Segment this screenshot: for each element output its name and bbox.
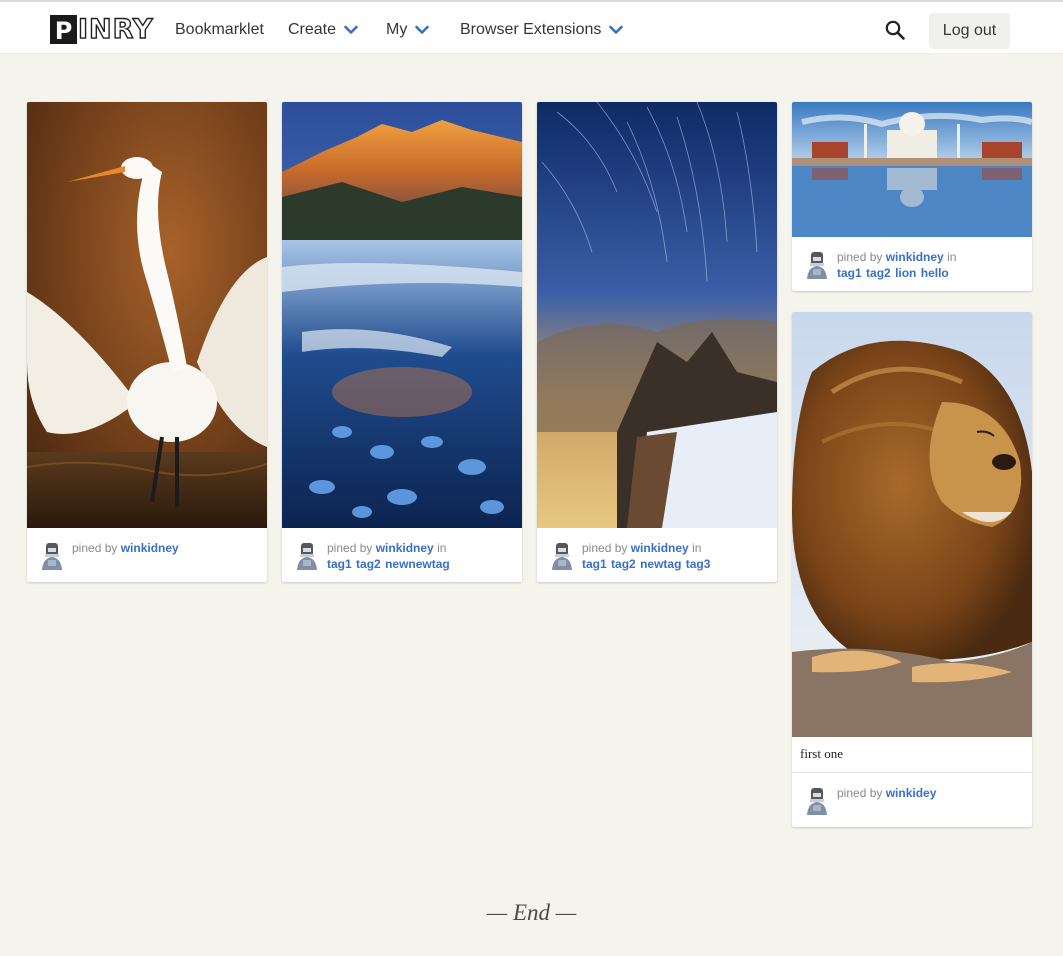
tag-link[interactable]: tag1 xyxy=(327,557,352,571)
user-avatar[interactable] xyxy=(804,249,830,279)
logo-letter-p: P xyxy=(50,14,77,45)
search-icon xyxy=(885,20,905,40)
tag-link[interactable]: tag2 xyxy=(611,557,636,571)
pin-card: first one pined by winkidey xyxy=(792,312,1032,827)
user-avatar[interactable] xyxy=(804,785,830,815)
tag-link[interactable]: lion xyxy=(895,266,916,280)
pin-description: first one xyxy=(792,737,1032,773)
pin-meta: pined by winkidey xyxy=(792,773,1032,827)
user-avatar[interactable] xyxy=(39,540,65,570)
tag-link[interactable]: newnewtag xyxy=(385,557,450,571)
pin-user-link[interactable]: winkidey xyxy=(886,786,937,800)
tag-link[interactable]: tag2 xyxy=(866,266,891,280)
pin-meta: pined by winkidney in tag1 tag2 lion hel… xyxy=(792,237,1032,291)
lion-photo xyxy=(792,312,1032,737)
pin-user-link[interactable]: winkidney xyxy=(121,541,179,555)
nav-my-label: My xyxy=(386,21,408,38)
pin-meta: pined by winkidney in tag1 tag2 newtag t… xyxy=(537,528,777,582)
user-avatar[interactable] xyxy=(549,540,575,570)
pinry-logo[interactable]: P INRY xyxy=(50,13,154,45)
nav-bookmarklet-label: Bookmarklet xyxy=(175,21,264,38)
taj-mahal-photo xyxy=(792,102,1032,237)
pin-user-link[interactable]: winkidney xyxy=(886,250,944,264)
logo-wordmark: INRY xyxy=(77,13,154,45)
user-avatar[interactable] xyxy=(294,540,320,570)
pin-tag-list: tag1 tag2 lion hello xyxy=(837,266,950,280)
pin-user-link[interactable]: winkidney xyxy=(631,541,689,555)
tag-link[interactable]: newtag xyxy=(640,557,681,571)
pin-meta: pined by winkidney in tag1 tag2 newnewta… xyxy=(282,528,522,582)
egret-photo xyxy=(27,102,267,528)
tag-link[interactable]: hello xyxy=(921,266,949,280)
in-label: in xyxy=(692,541,702,555)
pin-card: pined by winkidney in tag1 tag2 lion hel… xyxy=(792,102,1032,291)
pin-user-link[interactable]: winkidney xyxy=(376,541,434,555)
chevron-down-icon xyxy=(344,25,358,34)
pin-image-stars[interactable] xyxy=(537,102,777,528)
chevron-down-icon xyxy=(415,25,430,34)
pinned-by-label: pined by xyxy=(582,541,628,555)
pinned-by-label: pined by xyxy=(72,541,118,555)
glacier-lake-photo xyxy=(282,102,522,528)
nav-bookmarklet[interactable]: Bookmarklet xyxy=(175,18,264,42)
pin-image-egret[interactable] xyxy=(27,102,267,528)
pin-card: pined by winkidney in tag1 tag2 newnewta… xyxy=(282,102,522,582)
top-navbar: P INRY Bookmarklet Create My Browser Ext… xyxy=(0,0,1063,54)
pin-card: pined by winkidney xyxy=(27,102,267,582)
pin-tag-list: tag1 tag2 newnewtag xyxy=(327,557,451,571)
nav-extensions-label: Browser Extensions xyxy=(460,21,602,38)
nav-browser-extensions-dropdown[interactable]: Browser Extensions xyxy=(460,18,624,42)
pin-image-tajmahal[interactable] xyxy=(792,102,1032,237)
pinned-by-label: pined by xyxy=(837,786,883,800)
pin-meta: pined by winkidney xyxy=(27,528,267,582)
tag-link[interactable]: tag1 xyxy=(582,557,607,571)
star-trails-photo xyxy=(537,102,777,528)
tag-link[interactable]: tag1 xyxy=(837,266,862,280)
nav-create-label: Create xyxy=(288,21,337,38)
tag-link[interactable]: tag2 xyxy=(356,557,381,571)
pin-image-lion[interactable] xyxy=(792,312,1032,737)
pin-tag-list: tag1 tag2 newtag tag3 xyxy=(582,557,711,571)
pin-image-glacier[interactable] xyxy=(282,102,522,528)
pin-card: pined by winkidney in tag1 tag2 newtag t… xyxy=(537,102,777,582)
chevron-down-icon xyxy=(609,25,624,34)
in-label: in xyxy=(437,541,447,555)
pinned-by-label: pined by xyxy=(837,250,883,264)
nav-my-dropdown[interactable]: My xyxy=(386,18,430,42)
nav-create-dropdown[interactable]: Create xyxy=(288,18,358,42)
search-button[interactable] xyxy=(884,19,906,41)
pinned-by-label: pined by xyxy=(327,541,373,555)
end-of-list-marker: — End — xyxy=(486,900,577,925)
in-label: in xyxy=(947,250,957,264)
tag-link[interactable]: tag3 xyxy=(686,557,711,571)
logout-button[interactable]: Log out xyxy=(929,13,1010,49)
